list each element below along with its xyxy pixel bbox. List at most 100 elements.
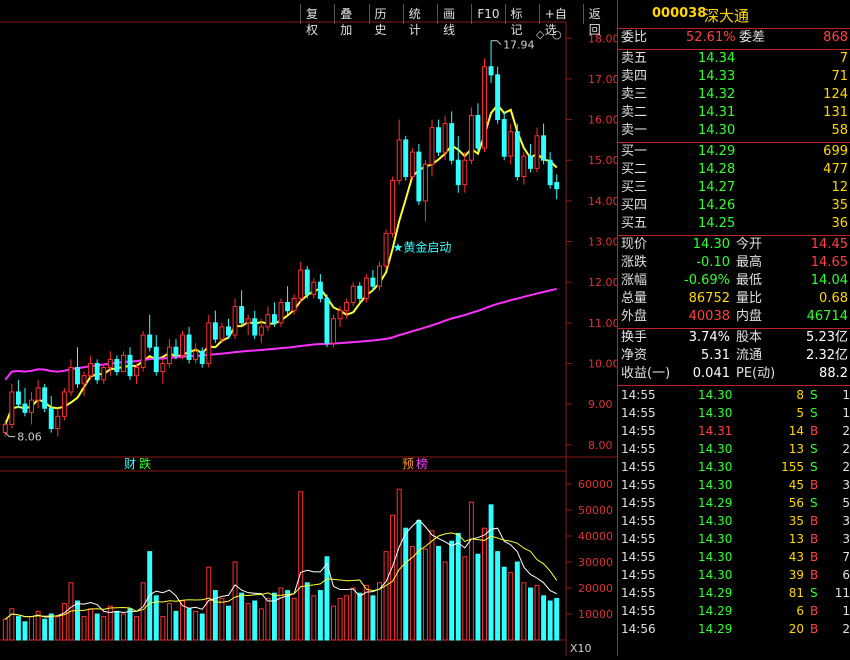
toolbar-btn-5[interactable]: F10 (471, 4, 504, 24)
trade-volume: 13 (788, 442, 804, 456)
price-tick-label: 11.00 (588, 317, 617, 330)
volume-bar (55, 616, 61, 641)
trade-volume: 45 (788, 478, 804, 492)
stat-value: 0.041 (692, 366, 730, 381)
trade-time: 14:55 (621, 388, 656, 402)
trade-count: 3 (842, 532, 850, 546)
stat-label: 总量 (621, 291, 648, 306)
trade-volume: 13 (788, 532, 804, 546)
ask-row: 卖二 14.31 131 (618, 104, 850, 122)
toolbar-btn-4[interactable]: 画线 (437, 4, 471, 37)
candle-body (291, 297, 297, 312)
volume-bar (186, 608, 192, 641)
trade-volume: 20 (788, 622, 804, 636)
ask-label: 卖三 (621, 87, 648, 102)
trade-list[interactable]: 14:55 14.30 8 S 1 14:55 14.30 5 S 1 14:55 14.31 14 B 2… (618, 386, 850, 638)
trade-row: 14:55 14.30 155 S 2 (618, 458, 850, 476)
trade-count: 7 (842, 550, 850, 564)
kline-chart[interactable]: 18.00 17.00 16.00 15.00 14.00 13.00 12.00 11.00… (0, 0, 620, 656)
weibi-value: 52.61% (686, 30, 736, 45)
trade-side: B (810, 550, 819, 564)
bid-label: 买三 (621, 180, 648, 195)
trade-row: 14:55 14.30 13 B 3 (618, 530, 850, 548)
chart-toolbar: 复权 叠加 历史 统计 画线 F10 标记 +自选 返回 (300, 4, 617, 37)
stat-label: 外盘 (621, 309, 648, 324)
volume-bar (94, 613, 100, 641)
bid-volume: 12 (831, 180, 848, 195)
stat-label: 今开 (736, 237, 763, 252)
ask-row: 卖四 14.33 71 (618, 68, 850, 86)
trade-side: B (810, 478, 819, 492)
volume-bar (344, 595, 350, 641)
trade-time: 14:55 (621, 532, 656, 546)
stat-label: 最高 (736, 255, 763, 270)
toolbar-btn-8[interactable]: 返回 (582, 4, 617, 37)
bid-list: 买一 14.29 699 买二 14.28 477 买三 14.27 12 买四 14.26 35 买五… (618, 143, 850, 236)
candle-body (547, 159, 553, 186)
volume-bar (370, 595, 376, 641)
stat-value: 14.04 (810, 273, 848, 288)
volume-bar (206, 566, 212, 641)
volume-bar (88, 608, 94, 641)
volume-bar (173, 610, 179, 641)
bid-price: 14.28 (698, 162, 736, 177)
candle-body (153, 346, 159, 373)
volume-bar (527, 587, 533, 641)
trade-side: S (810, 460, 818, 474)
toolbar-btn-1[interactable]: 叠加 (334, 4, 368, 37)
volume-tick-label: 50000 (578, 504, 613, 517)
price-tick-label: 14.00 (588, 195, 617, 208)
trade-count: 5 (842, 496, 850, 510)
trade-side: S (810, 406, 818, 420)
trade-price: 14.29 (698, 586, 733, 600)
ask-label: 卖四 (621, 69, 648, 84)
signal-label: ★黄金启动 (393, 240, 452, 255)
candle-body (324, 297, 330, 344)
trade-count: 1 (842, 406, 850, 420)
price-tick-label: 10.00 (588, 357, 617, 370)
candle-body (140, 334, 146, 369)
toolbar-btn-2[interactable]: 历史 (368, 4, 403, 37)
trade-price: 14.29 (698, 622, 733, 636)
candle-body (173, 346, 179, 356)
toolbar-btn-7[interactable]: +自选 (538, 4, 583, 37)
candle-body (482, 66, 487, 149)
candle-body (206, 322, 212, 364)
trade-time: 14:55 (621, 424, 656, 438)
candle-body (147, 334, 153, 348)
candle-body (61, 391, 67, 417)
candle-body (337, 310, 343, 320)
volume-tick-label: 20000 (578, 582, 613, 595)
volume-bar (134, 616, 140, 641)
volume-bar (160, 616, 166, 641)
weicha-label: 委差 (739, 30, 766, 45)
toolbar-btn-0[interactable]: 复权 (300, 4, 334, 37)
trade-volume: 43 (788, 550, 804, 564)
volume-bar (9, 608, 15, 641)
volume-bar (462, 556, 468, 641)
bid-volume: 477 (823, 162, 848, 177)
candle-body (29, 399, 35, 413)
trade-price: 14.30 (698, 460, 733, 474)
volume-bar (239, 592, 245, 641)
kline-chart-svg[interactable]: 18.0017.0016.0015.0014.0013.0012.0011.00… (0, 0, 620, 656)
candle-body (127, 354, 133, 377)
candle-body (488, 66, 494, 76)
volume-bar (482, 527, 487, 641)
candle-body (298, 269, 304, 299)
volume-bar (534, 584, 540, 641)
candle-body (252, 318, 258, 336)
candle-body (193, 350, 199, 360)
toolbar-btn-6[interactable]: 标记 (504, 4, 539, 37)
trade-side: S (810, 388, 818, 402)
trade-price: 14.30 (698, 514, 733, 528)
candle-body (42, 387, 48, 409)
trade-volume: 8 (796, 388, 804, 402)
stat-value: 88.2 (819, 366, 848, 381)
candle-body (541, 135, 547, 161)
price-tick-label: 13.00 (588, 236, 617, 249)
toolbar-btn-3[interactable]: 统计 (402, 4, 437, 37)
trade-time: 14:55 (621, 586, 656, 600)
candle-body (331, 318, 336, 344)
candle-body (383, 232, 389, 267)
